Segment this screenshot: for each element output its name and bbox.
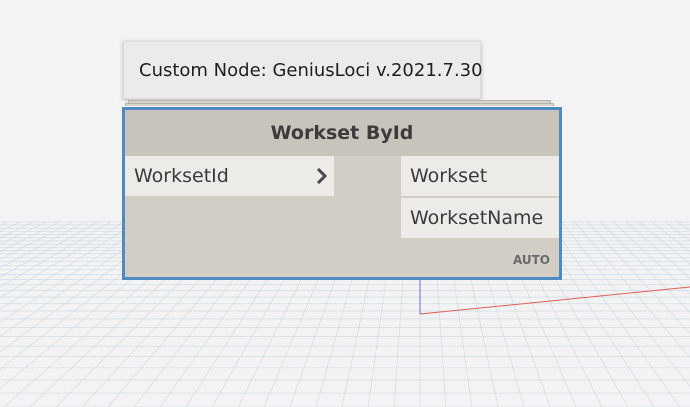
output-port-label: Workset (410, 165, 488, 187)
grid-line (677, 221, 690, 231)
grid-line (0, 221, 85, 269)
grid-line (600, 221, 690, 313)
grid-line (0, 221, 34, 238)
grid-line (561, 221, 690, 387)
input-port-label: WorksetId (134, 165, 229, 187)
grid-line (0, 221, 137, 310)
node-stack-edge (125, 103, 554, 106)
output-port-label: WorksetName (410, 207, 544, 229)
grid-line (0, 221, 111, 288)
grid-line (548, 221, 681, 407)
grid-line (664, 221, 690, 241)
tooltip-text: Custom Node: GeniusLoci v.2021.7.30 (139, 59, 483, 81)
grid-line (639, 221, 690, 265)
grid-line (0, 221, 47, 245)
grid-line (587, 221, 690, 334)
node-title-text: Workset ById (270, 122, 414, 144)
lacing-text: AUTO (512, 253, 550, 267)
input-port-worksetid[interactable]: WorksetId (125, 156, 334, 196)
output-port-worksetname[interactable]: WorksetName (401, 198, 559, 238)
workset-byid-node[interactable]: Workset ById WorksetId Workset WorksetNa… (122, 107, 562, 280)
grid-line (0, 221, 98, 278)
chevron-right-icon (310, 156, 334, 196)
grid-line (0, 221, 73, 260)
lacing-label[interactable]: AUTO (513, 253, 550, 267)
grid-line (0, 221, 21, 232)
node-tooltip: Custom Node: GeniusLoci v.2021.7.30 (123, 41, 483, 99)
node-title[interactable]: Workset ById (125, 110, 559, 156)
grid-line (626, 221, 690, 279)
grid-line (613, 221, 690, 295)
output-port-workset[interactable]: Workset (401, 156, 559, 196)
